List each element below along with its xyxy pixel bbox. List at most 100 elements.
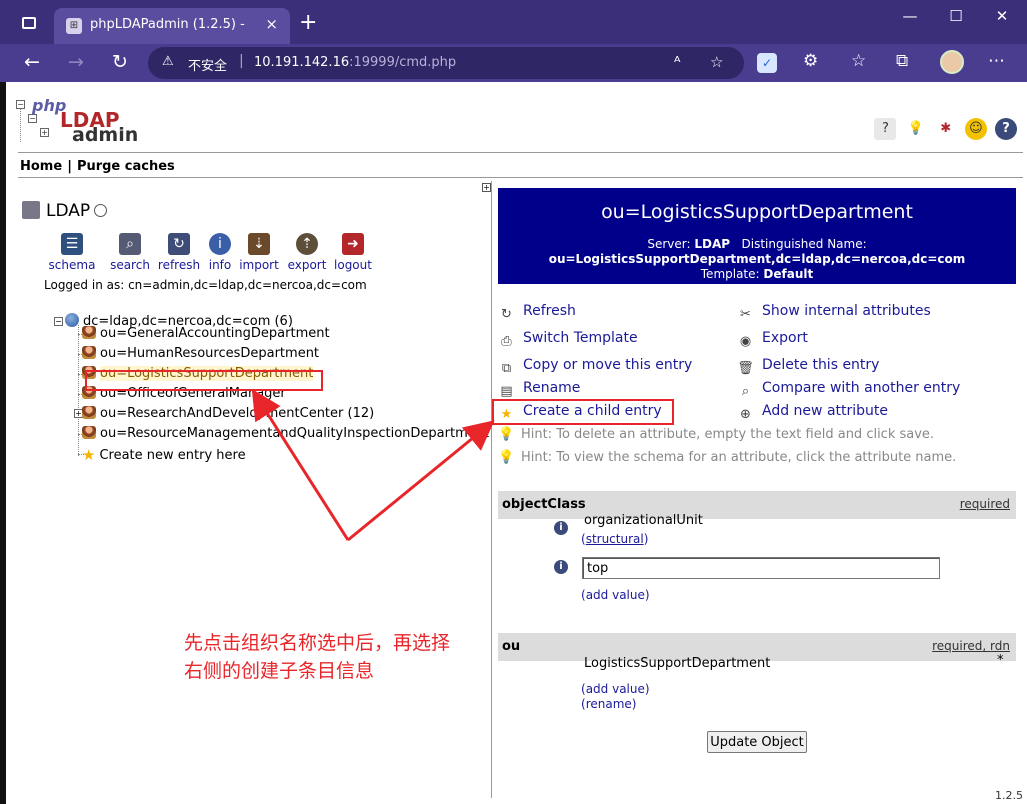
collapse-toggle[interactable]: − bbox=[54, 317, 63, 326]
compare-icon: ⌕ bbox=[741, 384, 750, 399]
address-separator: | bbox=[239, 53, 244, 69]
show-internal-attributes-link[interactable]: ✂ Show internal attributes bbox=[737, 303, 931, 323]
smiley-icon[interactable]: ☺ bbox=[964, 118, 987, 140]
menu-separator: | bbox=[67, 159, 72, 174]
bug-icon[interactable]: ✱ bbox=[935, 118, 957, 140]
warning-icon[interactable]: ⚠ bbox=[162, 54, 174, 69]
extension-icon[interactable]: ✓ bbox=[757, 53, 777, 73]
purge-caches-link[interactable]: Purge caches bbox=[77, 159, 175, 174]
browser-navbar: ← → ↻ ⚠ 不安全 | 10.191.142.16:19999/cmd.ph… bbox=[0, 44, 1027, 82]
ou-rename-link[interactable]: (rename) bbox=[581, 697, 636, 711]
star-icon: ★ bbox=[82, 446, 96, 464]
export-icon: ◉ bbox=[739, 334, 752, 349]
insecure-label[interactable]: 不安全 bbox=[188, 55, 227, 74]
top-menu: Home | Purge caches bbox=[20, 159, 175, 174]
info-icon[interactable]: i bbox=[554, 560, 568, 574]
search-action[interactable]: ⌕ search bbox=[102, 233, 158, 273]
minimize-button[interactable]: — bbox=[890, 7, 930, 25]
search-icon: ⌕ bbox=[119, 233, 141, 255]
objectclass-required[interactable]: required bbox=[960, 497, 1010, 511]
refresh-icon: ↻ bbox=[168, 233, 190, 255]
idea-icon[interactable]: 💡 bbox=[905, 118, 927, 140]
ou-value: LogisticsSupportDepartment bbox=[584, 656, 771, 671]
tab-title: phpLDAPadmin (1.2.5) - bbox=[90, 17, 245, 32]
entry-meta: Server: LDAP Distinguished Name: ou=Logi… bbox=[548, 237, 966, 281]
ou-add-value-link[interactable]: (add value) bbox=[581, 682, 650, 696]
url-text[interactable]: 10.191.142.16:19999/cmd.php bbox=[254, 55, 456, 70]
delete-entry-link[interactable]: 🗑 Delete this entry bbox=[737, 357, 879, 377]
favorite-add-icon[interactable]: ☆ bbox=[710, 53, 723, 71]
more-menu-icon[interactable]: ⋯ bbox=[988, 51, 1005, 71]
collections-icon[interactable]: ⧉ bbox=[896, 51, 908, 71]
help-icon[interactable]: ? bbox=[874, 118, 897, 140]
forward-button[interactable]: → bbox=[68, 51, 84, 73]
create-new-entry-link[interactable]: ★ Create new entry here bbox=[82, 446, 246, 464]
ou-icon bbox=[82, 426, 96, 439]
schema-action[interactable]: ☰ schema bbox=[44, 233, 100, 273]
phpldapadmin-page: − − + php LDAP admin ? 💡 ✱ ☺ ? Home | Purg… bbox=[6, 82, 1027, 804]
question-icon[interactable]: ? bbox=[995, 118, 1017, 140]
tab-close-icon[interactable]: × bbox=[265, 15, 278, 33]
favicon-icon: ⊞ bbox=[66, 18, 82, 34]
rename-entry-link[interactable]: ▤ Rename bbox=[498, 380, 580, 400]
ou-icon bbox=[82, 406, 96, 419]
structural-link[interactable]: (structural) bbox=[581, 532, 648, 546]
expand-pane-button[interactable]: + bbox=[482, 183, 491, 192]
favorites-icon[interactable]: ☆ bbox=[851, 51, 866, 71]
child-entry-highlight-box bbox=[492, 399, 674, 425]
browser-tab[interactable]: ⊞ phpLDAPadmin (1.2.5) - × bbox=[54, 8, 290, 44]
objectclass-attr-name[interactable]: objectClass bbox=[502, 497, 586, 512]
refresh-entry-link[interactable]: ↻ Refresh bbox=[498, 303, 576, 323]
compare-entry-link[interactable]: ⌕ Compare with another entry bbox=[737, 380, 960, 400]
objectclass-value-input[interactable] bbox=[582, 557, 940, 579]
ou-icon bbox=[82, 326, 96, 339]
add-attribute-icon: ⊕ bbox=[740, 407, 751, 422]
trash-icon: 🗑 bbox=[737, 361, 754, 376]
read-aloud-icon[interactable]: ᴬ bbox=[674, 53, 680, 71]
bulb-icon: 💡 bbox=[498, 427, 515, 442]
server-icon bbox=[22, 201, 40, 219]
schema-icon: ☰ bbox=[61, 233, 83, 255]
profile-avatar[interactable] bbox=[940, 50, 964, 74]
export-icon: ⇡ bbox=[296, 233, 318, 255]
update-object-button[interactable]: Update Object bbox=[707, 731, 807, 753]
ou-required-rdn[interactable]: required, rdn bbox=[932, 639, 1010, 653]
rename-icon: ▤ bbox=[500, 384, 513, 399]
clock-icon[interactable] bbox=[94, 204, 108, 217]
tree-node[interactable]: ou=ResearchAndDevelopmentCenter (12) bbox=[82, 406, 374, 421]
info-icon: i bbox=[209, 233, 231, 255]
home-link[interactable]: Home bbox=[20, 159, 62, 174]
entry-pane: ou=LogisticsSupportDepartment Server: LD… bbox=[491, 181, 1025, 802]
entry-header: ou=LogisticsSupportDepartment Server: LD… bbox=[498, 188, 1016, 284]
tools-icon: ✂ bbox=[740, 307, 751, 322]
close-window-button[interactable]: ✕ bbox=[982, 7, 1022, 25]
logout-action[interactable]: ➜ logout bbox=[325, 233, 381, 273]
copy-move-entry-link[interactable]: ⧉ Copy or move this entry bbox=[498, 357, 692, 377]
switch-template-link[interactable]: ⎙ Switch Template bbox=[498, 330, 637, 350]
hint-delete: 💡 Hint: To delete an attribute, empty the… bbox=[498, 427, 935, 442]
objectclass-add-value-link[interactable]: (add value) bbox=[581, 588, 650, 602]
tree-node[interactable]: ou=GeneralAccountingDepartment bbox=[82, 326, 330, 341]
extensions-icon[interactable]: ⚙ bbox=[803, 51, 818, 71]
ou-attr-name[interactable]: ou bbox=[502, 639, 520, 654]
new-tab-button[interactable]: + bbox=[299, 10, 317, 35]
info-icon[interactable]: i bbox=[554, 521, 568, 535]
address-bar[interactable]: ⚠ 不安全 | 10.191.142.16:19999/cmd.php ᴬ ☆ bbox=[148, 47, 744, 79]
logout-icon: ➜ bbox=[342, 233, 364, 255]
ou-modified-marker: * bbox=[997, 653, 1004, 668]
export-entry-link[interactable]: ◉ Export bbox=[737, 330, 808, 350]
add-new-attribute-link[interactable]: ⊕ Add new attribute bbox=[737, 403, 888, 423]
back-button[interactable]: ← bbox=[24, 51, 40, 73]
globe-icon bbox=[65, 313, 79, 327]
bulb-icon: 💡 bbox=[498, 450, 515, 465]
tree-node[interactable]: ou=ResourceManagementandQualityInspectio… bbox=[82, 426, 492, 441]
tree-pane: + LDAP ☰ schema ⌕ search ↻ refresh i info ⇣ i… bbox=[18, 181, 492, 798]
annotation-note: 先点击组织名称选中后，再选择 右侧的创建子条目信息 bbox=[184, 632, 451, 682]
maximize-button[interactable]: ☐ bbox=[936, 7, 976, 25]
reload-button[interactable]: ↻ bbox=[112, 51, 128, 73]
objectclass-header: objectClass required bbox=[498, 491, 1016, 519]
logo-admin: admin bbox=[72, 124, 139, 146]
switch-template-icon: ⎙ bbox=[501, 334, 512, 349]
window-menu-icon[interactable] bbox=[22, 17, 36, 29]
tree-node[interactable]: ou=HumanResourcesDepartment bbox=[82, 346, 319, 361]
